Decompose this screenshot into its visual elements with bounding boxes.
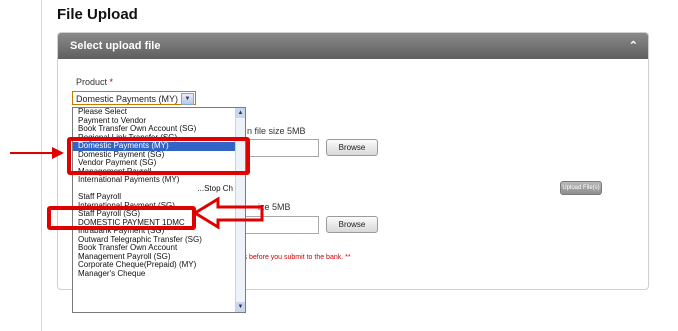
annotation-arrows bbox=[10, 147, 264, 230]
arrow-left-icon bbox=[10, 147, 64, 159]
arrow-outline-icon bbox=[192, 196, 264, 230]
